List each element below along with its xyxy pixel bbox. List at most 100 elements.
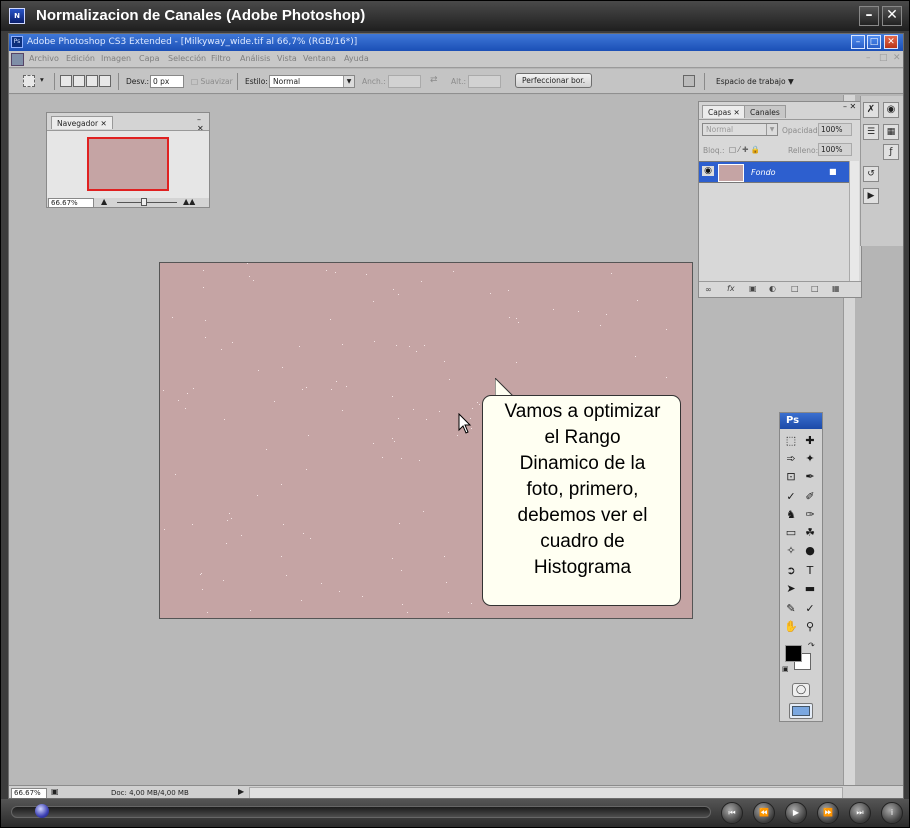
fx-icon[interactable]: fx [727,284,735,293]
new-selection-icon[interactable] [60,75,72,87]
rewind-button[interactable]: ⏪ [753,802,775,824]
rewind-start-button[interactable]: ⏮ [721,802,743,824]
lock-icons[interactable]: □ ⁄ ✚ 🔒 [729,145,760,154]
foreground-color-swatch[interactable] [785,645,802,662]
path-selection-icon[interactable]: ➤ [783,581,799,596]
status-zoom[interactable]: 66.67% [11,788,47,798]
clone-stamp-icon[interactable]: ♞ [783,507,799,522]
menu-ayuda[interactable]: Ayuda [344,54,369,63]
panel-minimize-icon[interactable]: – ✕ [843,102,856,111]
eraser-icon[interactable]: ▭ [783,525,799,540]
workspace-menu[interactable]: Espacio de trabajo ▼ [716,77,794,86]
menu-imagen[interactable]: Imagen [101,54,131,63]
layer-row[interactable]: ◉ Fondo ■ [699,161,849,183]
hand-icon[interactable]: ✋ [783,619,799,634]
swatches-icon[interactable]: ▦ [883,124,899,140]
forward-button[interactable]: ⏩ [817,802,839,824]
actions-icon[interactable]: ▶ [863,188,879,204]
brush-icon[interactable]: ✐ [802,489,818,504]
menu-archivo[interactable]: Archivo [29,54,59,63]
fill-input[interactable]: 100% [818,143,852,156]
lasso-icon[interactable]: ➾ [783,451,799,466]
paint-bucket-icon[interactable]: ☘ [802,525,818,540]
new-layer-icon[interactable]: □ [811,284,819,293]
history-icon[interactable]: ↺ [863,166,879,182]
zoom-slider[interactable] [117,202,177,203]
layers-scrollbar[interactable] [849,161,859,281]
tab-layers[interactable]: Capas ✕ [702,105,746,118]
brushes-palette-icon[interactable] [683,75,695,87]
ps-maximize-button[interactable]: □ [867,35,881,49]
crop-icon[interactable]: ⊡ [783,469,799,484]
pen-icon[interactable]: ➲ [783,563,799,578]
eyedropper-icon[interactable]: ✒ [802,469,818,484]
seek-knob[interactable] [35,804,49,818]
mask-icon[interactable]: ▣ [749,284,757,293]
notes-icon[interactable]: ✎ [783,601,799,616]
blur-icon[interactable]: ✧ [783,543,799,558]
estilo-select[interactable]: Normal ▼ [269,75,355,88]
ps-close-button[interactable]: ✕ [884,35,898,49]
marquee-icon[interactable]: ⬚ [783,433,799,448]
menu-vista[interactable]: Vista [277,54,297,63]
play-button[interactable]: ▶ [785,802,807,824]
minimize-button[interactable]: – [859,6,879,26]
palette-icon[interactable]: ◉ [883,102,899,118]
eye-icon[interactable]: ◉ [702,166,714,176]
zoom-slider-handle[interactable] [141,198,147,206]
color-sampler-icon[interactable]: ✓ [802,601,818,616]
menu-capa[interactable]: Capa [139,54,159,63]
zoom-out-icon[interactable]: ▲ [101,197,107,206]
menu-edicion[interactable]: Edición [66,54,95,63]
menu-analisis[interactable]: Análisis [240,54,270,63]
doc-close-icon[interactable]: ✕ [893,53,901,63]
seek-track[interactable] [11,806,711,818]
adjustment-icon[interactable]: ◐ [769,284,776,293]
chevron-down-icon[interactable]: ▾ [40,75,44,84]
info-button[interactable]: i [881,802,903,824]
opacity-input[interactable]: 100% [818,123,852,136]
subtract-selection-icon[interactable] [86,75,98,87]
forward-end-button[interactable]: ⏭ [849,802,871,824]
shape-icon[interactable]: ▬ [802,581,818,596]
dodge-icon[interactable]: ● [802,543,818,558]
swap-icon[interactable]: ⇄ [430,75,438,85]
status-info-icon[interactable]: ▣ [51,787,59,796]
desv-input[interactable]: 0 px [150,75,184,88]
horizontal-scrollbar[interactable] [249,787,843,798]
link-layers-icon[interactable]: ∞ [705,285,712,294]
type-icon[interactable]: T [802,563,818,578]
move-icon[interactable]: ✚ [802,433,818,448]
trash-icon[interactable]: ▦ [832,284,840,293]
suavizar-checkbox[interactable]: □ Suavizar [191,77,233,86]
blend-mode-select[interactable]: Normal ▼ [702,123,778,136]
navigator-view-box[interactable] [87,137,169,191]
screen-mode-icon[interactable] [789,703,813,719]
refine-edge-button[interactable]: Perfeccionar bor. [515,73,593,88]
swap-colors-icon[interactable]: ↷ [808,641,815,650]
menu-seleccion[interactable]: Selección [168,54,206,63]
status-menu-arrow-icon[interactable]: ▶ [238,787,244,796]
navigator-zoom-input[interactable]: 66.67% [48,198,94,208]
menu-ventana[interactable]: Ventana [303,54,336,63]
menu-filtro[interactable]: Filtro [211,54,231,63]
quick-mask-icon[interactable]: ◯ [792,683,810,697]
tab-channels[interactable]: Canales [744,105,786,118]
close-button[interactable]: ✕ [882,6,902,26]
zoom-in-icon[interactable]: ▲▲ [183,197,195,206]
doc-restore-icon[interactable]: □ [879,53,888,63]
info-icon[interactable]: ☰ [863,124,879,140]
zoom-icon[interactable]: ⚲ [802,619,818,634]
doc-minimize-icon[interactable]: – [866,53,871,63]
document-icon[interactable] [11,53,24,66]
folder-icon[interactable]: □ [791,284,799,293]
healing-brush-icon[interactable]: ✓ [783,489,799,504]
tab-navigator[interactable]: Navegador ✕ [51,116,113,129]
styles-icon[interactable]: ƒ [883,144,899,160]
alt-input[interactable] [468,75,501,88]
default-colors-icon[interactable]: ▣ [782,665,789,673]
ps-minimize-button[interactable]: – [851,35,865,49]
history-brush-icon[interactable]: ✑ [802,507,818,522]
intersect-selection-icon[interactable] [99,75,111,87]
marquee-tool-icon[interactable] [23,75,35,87]
